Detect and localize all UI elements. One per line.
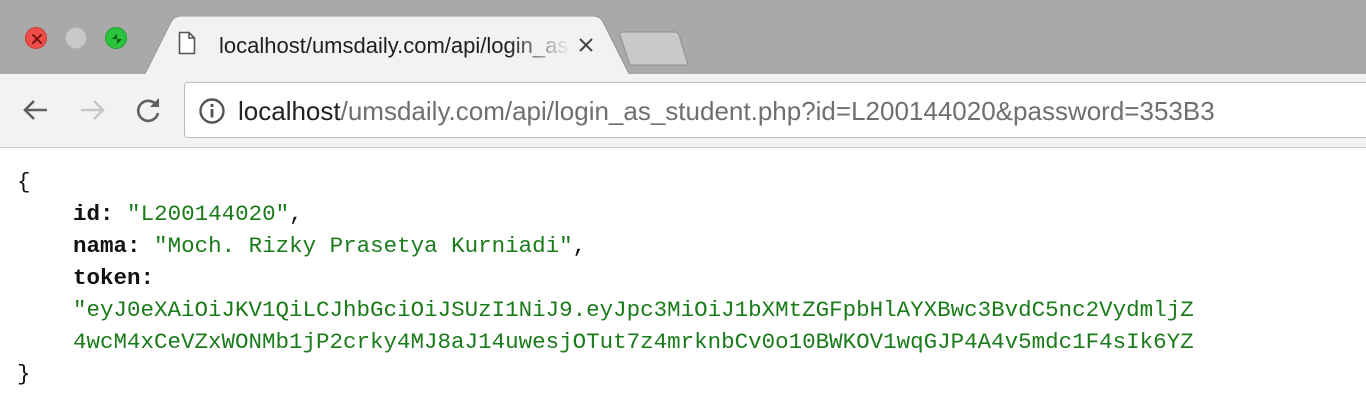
tab-title: localhost/umsdaily.com/api/login_as_stud… xyxy=(219,33,571,58)
window-zoom-button[interactable] xyxy=(105,27,127,49)
tab-strip: localhost/umsdaily.com/api/login_as_stud… xyxy=(0,0,1366,74)
json-field-id: id: "L200144020", xyxy=(73,201,303,227)
json-value: L200144020 xyxy=(140,201,276,227)
json-field-token: token: xyxy=(73,265,155,291)
reload-icon[interactable] xyxy=(132,94,164,126)
json-value: Moch. Rizky Prasetya Kurniadi xyxy=(167,233,560,259)
url-text[interactable]: localhost/umsdaily.com/api/login_as_stud… xyxy=(238,94,1215,128)
page-icon xyxy=(178,31,196,55)
tab-active[interactable]: localhost/umsdaily.com/api/login_as_stud… xyxy=(145,16,629,74)
json-field-nama: nama: "Moch. Rizky Prasetya Kurniadi", xyxy=(73,233,587,259)
json-key: token xyxy=(73,265,141,291)
json-open-brace: { xyxy=(17,169,31,195)
zoom-arrows-icon xyxy=(112,34,122,44)
toolbar: localhost/umsdaily.com/api/login_as_stud… xyxy=(0,74,1366,148)
json-viewer: { id: "L200144020", nama: "Moch. Rizky P… xyxy=(0,149,1366,416)
json-close-brace: } xyxy=(17,361,31,387)
window-minimize-button[interactable] xyxy=(65,27,87,49)
arrow-left-icon[interactable] xyxy=(20,94,52,126)
url-host: localhost xyxy=(238,96,341,126)
tab-close-icon[interactable] xyxy=(576,35,596,55)
window-close-button[interactable] xyxy=(25,27,47,49)
address-bar[interactable]: localhost/umsdaily.com/api/login_as_stud… xyxy=(184,82,1366,138)
json-token-value-line1: "eyJ0eXAiOiJKV1QiLCJhbGciOiJSUzI1NiJ9.ey… xyxy=(73,297,1194,323)
json-token-value-line2: 4wcM4xCeVZxWONMb1jP2crky4MJ8aJ14uwesjOTu… xyxy=(73,329,1194,355)
new-tab-button[interactable] xyxy=(618,31,690,67)
url-path: /umsdaily.com/api/login_as_student.php?i… xyxy=(340,96,1215,126)
close-x-icon xyxy=(32,34,42,44)
info-icon[interactable] xyxy=(198,97,226,125)
json-key: nama xyxy=(73,233,128,259)
json-key: id xyxy=(73,201,101,227)
arrow-right-icon[interactable] xyxy=(76,94,108,126)
json-value: eyJ0eXAiOiJKV1QiLCJhbGciOiJSUzI1NiJ9.eyJ… xyxy=(86,297,1194,323)
